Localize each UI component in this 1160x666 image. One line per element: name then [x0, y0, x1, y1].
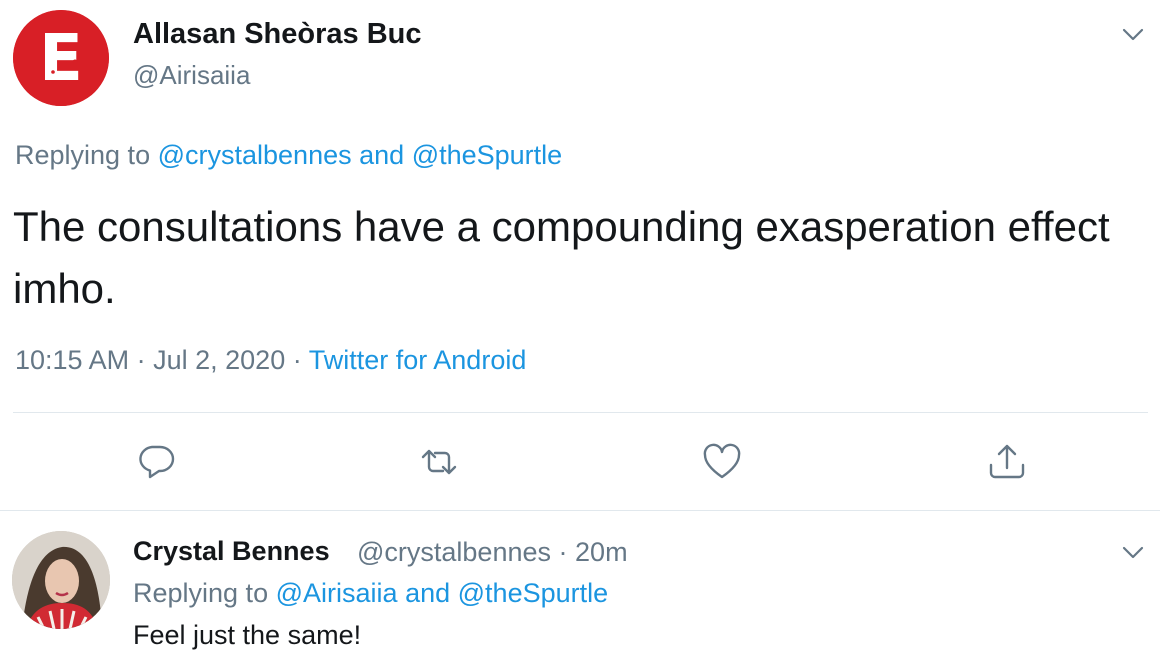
chevron-down-icon[interactable] [1118, 538, 1148, 568]
tweet-source[interactable]: Twitter for Android [309, 345, 527, 375]
meta-separator: · [136, 345, 146, 375]
reply-button[interactable] [131, 437, 181, 487]
reply-icon [139, 445, 175, 479]
mention-link-thespurtle[interactable]: @theSpurtle [458, 578, 609, 608]
reply-tweet-text: Feel just the same! [133, 620, 362, 650]
replying-and: and [405, 578, 451, 608]
reply-time-ago[interactable]: 20m [575, 537, 628, 567]
author-handle[interactable]: @Airisaiia [133, 60, 250, 91]
mention-link-thespurtle[interactable]: @theSpurtle [412, 140, 563, 170]
meta-separator: · [558, 537, 568, 567]
author-name[interactable]: Allasan Sheòras Buc [133, 18, 422, 51]
reply-author-avatar[interactable] [12, 531, 110, 629]
tweet-time[interactable]: 10:15 AM [15, 345, 129, 375]
avatar-photo [12, 531, 110, 629]
avatar-logo-image: E [13, 10, 109, 106]
mention-link-airisaiia[interactable]: @Airisaiia [276, 578, 398, 608]
replying-and: and [359, 140, 405, 170]
retweet-button[interactable] [414, 437, 464, 487]
reply-replying-to: Replying to @Airisaiia and @theSpurtle [133, 578, 608, 609]
tweet-meta: 10:15 AM · Jul 2, 2020 · Twitter for And… [15, 345, 526, 376]
reply-author-handle[interactable]: @crystalbennes [357, 537, 551, 567]
svg-text:E: E [39, 22, 83, 96]
replying-prefix: Replying to [15, 140, 151, 170]
chevron-down-icon[interactable] [1118, 20, 1148, 50]
tweet-text: The consultations have a compounding exa… [13, 203, 1110, 312]
reply-author-name[interactable]: Crystal Bennes [133, 536, 330, 567]
reply-author-meta: @crystalbennes · 20m [357, 537, 628, 568]
share-icon [989, 444, 1025, 479]
meta-separator: · [292, 345, 302, 375]
heart-icon [703, 443, 741, 479]
replying-to: Replying to @crystalbennes and @theSpurt… [15, 140, 562, 171]
tweet-date[interactable]: Jul 2, 2020 [153, 345, 285, 375]
replying-prefix: Replying to [133, 578, 269, 608]
divider [13, 412, 1148, 413]
mention-link-crystalbennes[interactable]: @crystalbennes [158, 140, 352, 170]
divider [0, 510, 1160, 511]
author-avatar[interactable]: E [13, 10, 109, 106]
share-button[interactable] [982, 437, 1032, 487]
like-button[interactable] [697, 437, 747, 487]
retweet-icon [421, 449, 457, 475]
